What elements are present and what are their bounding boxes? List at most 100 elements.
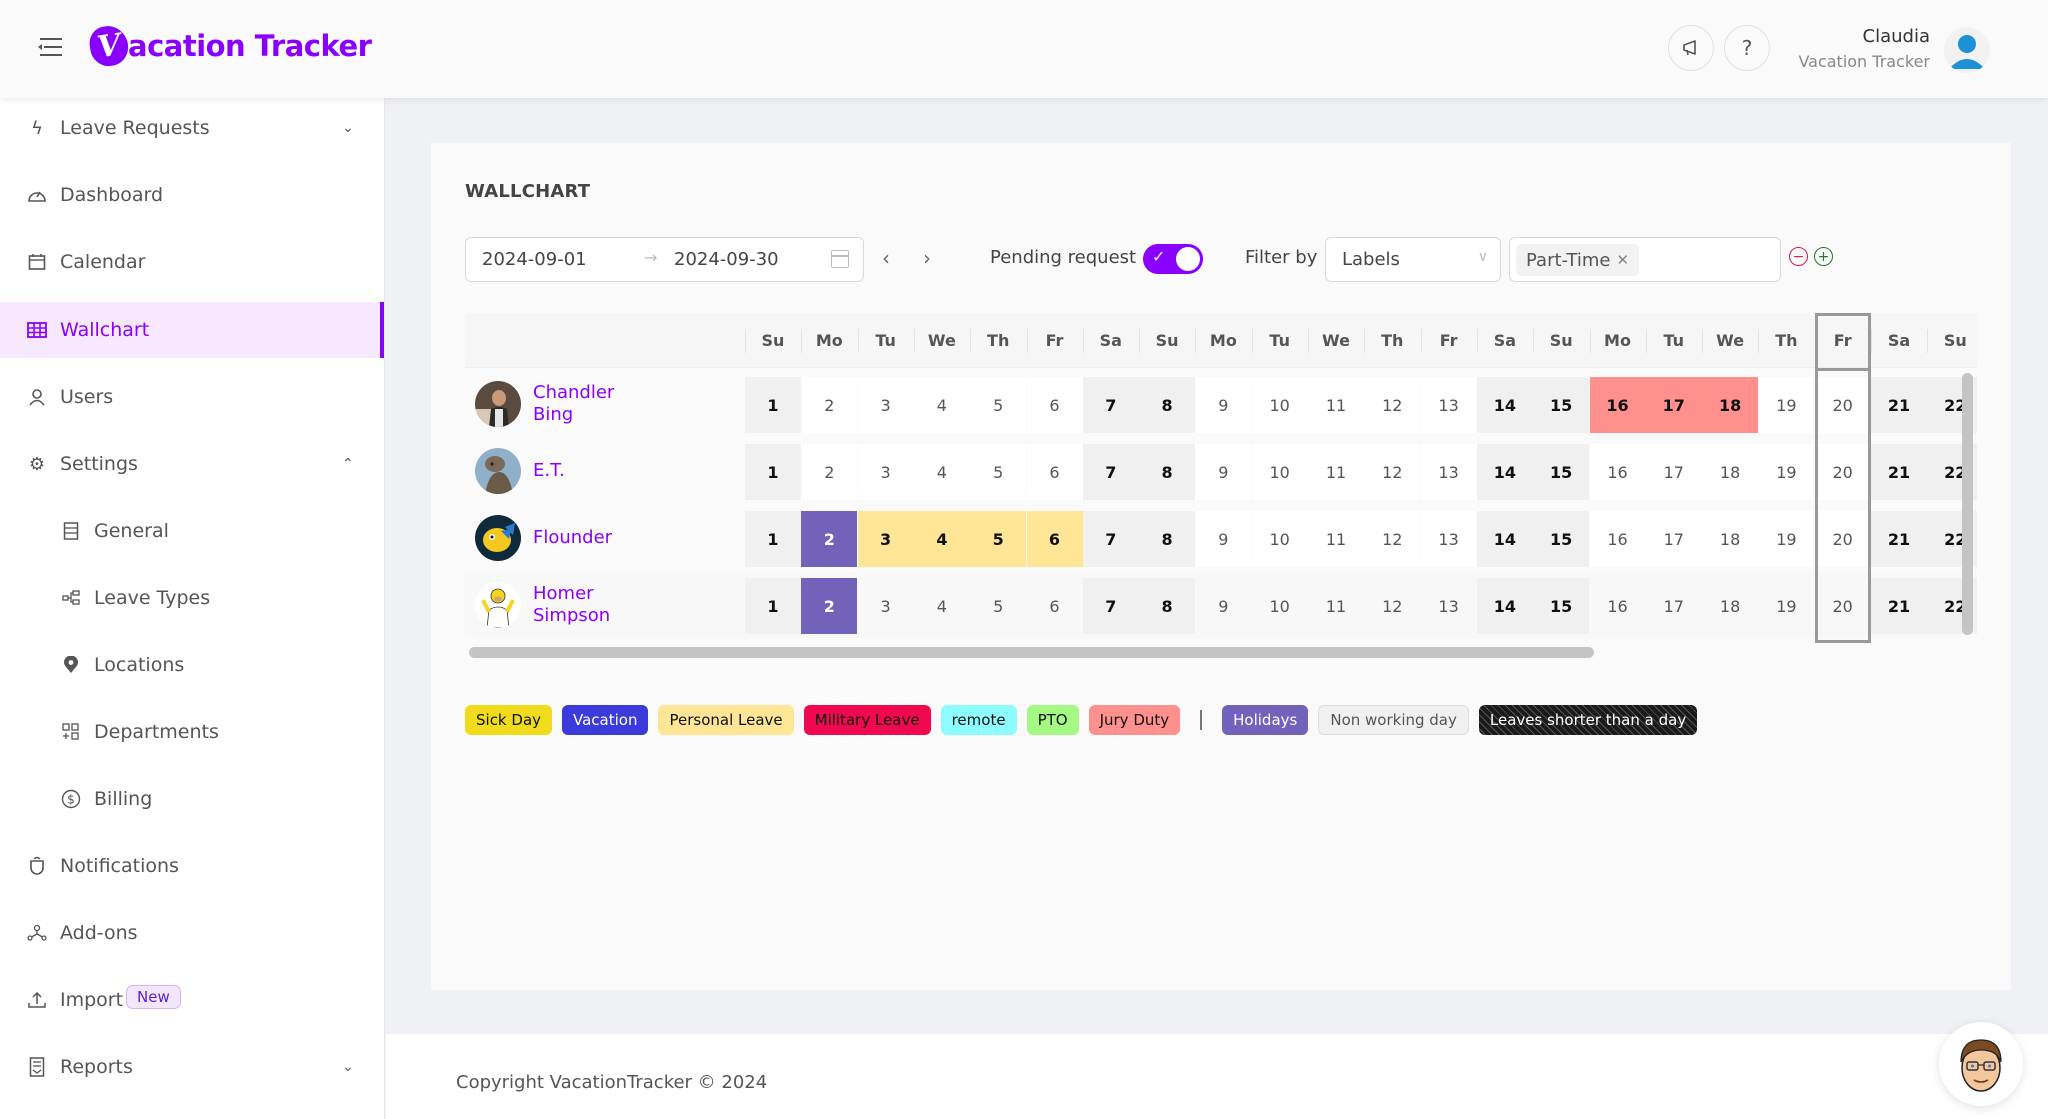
help-button[interactable]: ? [1724, 25, 1770, 71]
sidebar-item-reports[interactable]: Reports ⌄ [0, 1039, 384, 1095]
weekend-day-cell[interactable]: 7 [1082, 377, 1139, 433]
weekend-day-cell[interactable]: 21 [1871, 511, 1927, 567]
day-cell[interactable]: 2 [801, 444, 858, 500]
day-cell[interactable]: 3 [857, 578, 914, 634]
vertical-scrollbar[interactable] [1962, 373, 1973, 635]
weekend-day-cell[interactable]: 14 [1476, 511, 1533, 567]
day-cell[interactable]: 17 [1645, 511, 1702, 567]
day-cell[interactable]: 10 [1251, 578, 1308, 634]
holiday-day-cell[interactable]: 2 [801, 578, 858, 634]
user-avatar[interactable] [1944, 27, 1990, 73]
day-cell[interactable]: 5 [970, 578, 1027, 634]
day-cell[interactable]: 20 [1814, 444, 1871, 500]
weekend-day-cell[interactable]: 8 [1139, 377, 1196, 433]
day-cell[interactable]: 3 [857, 377, 914, 433]
jury-day-cell[interactable]: 16 [1589, 377, 1646, 433]
weekend-day-cell[interactable]: 14 [1476, 444, 1533, 500]
add-filter-button[interactable]: + [1814, 247, 1833, 266]
user-name-link[interactable]: Chandler Bing [533, 382, 643, 426]
sidebar-item-leave-types[interactable]: Leave Types [0, 570, 384, 626]
day-cell[interactable]: 18 [1702, 444, 1759, 500]
day-cell[interactable]: 12 [1364, 511, 1421, 567]
sidebar-item-calendar[interactable]: Calendar [0, 234, 384, 290]
personal-day-cell[interactable]: 6 [1026, 511, 1083, 567]
holiday-day-cell[interactable]: 2 [801, 511, 858, 567]
day-cell[interactable]: 13 [1420, 444, 1477, 500]
day-cell[interactable]: 16 [1589, 578, 1646, 634]
day-cell[interactable]: 4 [913, 377, 970, 433]
remove-tag-icon[interactable]: ✕ [1616, 251, 1629, 269]
day-cell[interactable]: 5 [970, 377, 1027, 433]
weekend-day-cell[interactable]: 1 [745, 377, 801, 433]
sidebar-item-import[interactable]: Import New [0, 972, 384, 1028]
day-cell[interactable]: 9 [1195, 511, 1252, 567]
filter-type-select[interactable]: Labels ∨ [1325, 237, 1501, 282]
sidebar-item-general[interactable]: General [0, 503, 384, 559]
day-cell[interactable]: 11 [1308, 444, 1364, 500]
day-cell[interactable]: 18 [1702, 511, 1759, 567]
jury-day-cell[interactable]: 17 [1645, 377, 1702, 433]
day-cell[interactable]: 12 [1364, 578, 1421, 634]
sidebar-item-notifications[interactable]: Notifications [0, 838, 384, 894]
sidebar-item-wallchart[interactable]: Wallchart [0, 302, 384, 358]
day-cell[interactable]: 3 [857, 444, 914, 500]
next-period-button[interactable]: › [913, 241, 941, 275]
weekend-day-cell[interactable]: 1 [745, 511, 801, 567]
day-cell[interactable]: 4 [913, 444, 970, 500]
day-cell[interactable]: 18 [1702, 578, 1759, 634]
weekend-day-cell[interactable]: 1 [745, 578, 801, 634]
end-date-input[interactable]: 2024-09-30 [674, 249, 779, 270]
weekend-day-cell[interactable]: 15 [1533, 444, 1590, 500]
sidebar-item-add-ons[interactable]: Add-ons [0, 905, 384, 961]
weekend-day-cell[interactable]: 8 [1139, 444, 1196, 500]
weekend-day-cell[interactable]: 15 [1533, 511, 1590, 567]
date-range-picker[interactable]: 2024-09-01 → 2024-09-30 [465, 237, 864, 282]
weekend-day-cell[interactable]: 14 [1476, 578, 1533, 634]
personal-day-cell[interactable]: 5 [970, 511, 1027, 567]
start-date-input[interactable]: 2024-09-01 [482, 249, 587, 270]
weekend-day-cell[interactable]: 1 [745, 444, 801, 500]
sidebar-item-settings[interactable]: ⚙ Settings ⌃ [0, 436, 384, 492]
weekend-day-cell[interactable]: 14 [1476, 377, 1533, 433]
weekend-day-cell[interactable]: 15 [1533, 578, 1590, 634]
day-cell[interactable]: 10 [1251, 377, 1308, 433]
day-cell[interactable]: 20 [1814, 511, 1871, 567]
day-cell[interactable]: 20 [1814, 377, 1871, 433]
sidebar-item-dashboard[interactable]: Dashboard [0, 167, 384, 223]
day-cell[interactable]: 19 [1758, 578, 1815, 634]
day-cell[interactable]: 4 [913, 578, 970, 634]
day-cell[interactable]: 11 [1308, 377, 1364, 433]
day-cell[interactable]: 13 [1420, 377, 1477, 433]
day-cell[interactable]: 11 [1308, 578, 1364, 634]
filter-values-select[interactable]: Part-Time ✕ [1509, 237, 1781, 282]
user-menu[interactable]: Claudia Vacation Tracker [1798, 24, 1930, 74]
day-cell[interactable]: 11 [1308, 511, 1364, 567]
day-cell[interactable]: 13 [1420, 511, 1477, 567]
day-cell[interactable]: 16 [1589, 444, 1646, 500]
day-cell[interactable]: 19 [1758, 511, 1815, 567]
weekend-day-cell[interactable]: 8 [1139, 578, 1196, 634]
day-cell[interactable]: 9 [1195, 377, 1252, 433]
horizontal-scrollbar[interactable] [469, 647, 1594, 658]
day-cell[interactable]: 6 [1026, 377, 1083, 433]
weekend-day-cell[interactable]: 21 [1871, 578, 1927, 634]
user-name-link[interactable]: Flounder [533, 527, 643, 549]
day-cell[interactable]: 13 [1420, 578, 1477, 634]
weekend-day-cell[interactable]: 7 [1082, 511, 1139, 567]
day-cell[interactable]: 6 [1026, 444, 1083, 500]
remove-filter-button[interactable]: − [1789, 247, 1808, 266]
day-cell[interactable]: 9 [1195, 578, 1252, 634]
day-cell[interactable]: 2 [801, 377, 858, 433]
previous-period-button[interactable]: ‹ [872, 241, 900, 275]
day-cell[interactable]: 17 [1645, 578, 1702, 634]
day-cell[interactable]: 12 [1364, 444, 1421, 500]
day-cell[interactable]: 17 [1645, 444, 1702, 500]
jury-day-cell[interactable]: 18 [1702, 377, 1759, 433]
user-name-link[interactable]: Homer Simpson [533, 583, 643, 627]
weekend-day-cell[interactable]: 15 [1533, 377, 1590, 433]
sidebar-item-users[interactable]: Users [0, 369, 384, 425]
user-name-link[interactable]: E.T. [533, 460, 643, 482]
pending-request-toggle[interactable]: ✓ [1143, 244, 1203, 274]
day-cell[interactable]: 19 [1758, 444, 1815, 500]
sidebar-item-locations[interactable]: Locations [0, 637, 384, 693]
